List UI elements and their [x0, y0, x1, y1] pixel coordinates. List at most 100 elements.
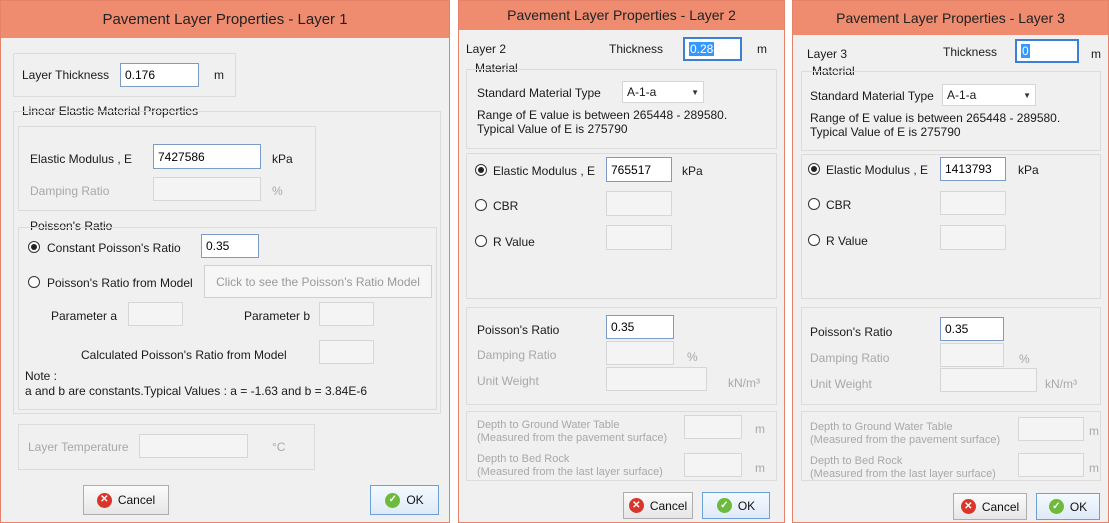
ok-button[interactable]: ✓ OK [1036, 493, 1100, 520]
elastic-modulus-input[interactable]: 7427586 [153, 144, 261, 169]
cancel-icon: ✕ [960, 499, 976, 514]
elastic-modulus-label: Elastic Modulus , E [30, 152, 133, 166]
ground-water-input[interactable] [684, 415, 742, 439]
note-title: Note : [25, 369, 58, 383]
r-value-label: R Value [493, 235, 535, 249]
layer-thickness-input[interactable]: 0.176 [120, 63, 199, 87]
typical-value-text: Typical Value of E is 275790 [477, 122, 628, 136]
bed-rock-input[interactable] [684, 453, 742, 477]
damping-ratio-label: Damping Ratio [30, 184, 110, 198]
bed-rock-unit: m [755, 461, 765, 475]
constant-poisson-input[interactable]: 0.35 [201, 234, 259, 258]
bed-rock-label: Depth to Bed Rock [810, 455, 903, 467]
standard-material-label: Standard Material Type [810, 89, 934, 103]
ok-label: OK [406, 493, 424, 507]
r-value-input[interactable] [606, 225, 672, 250]
thickness-label: Thickness [943, 45, 998, 59]
unit-weight-unit: kN/m³ [1045, 377, 1077, 391]
damping-ratio-label: Damping Ratio [477, 348, 557, 362]
cancel-button[interactable]: ✕ Cancel [83, 485, 169, 515]
damping-ratio-input[interactable] [940, 343, 1004, 367]
parameter-a-input[interactable] [128, 302, 183, 326]
ok-label: OK [737, 498, 756, 513]
chevron-down-icon: ▼ [691, 87, 699, 97]
ground-water-sublabel: (Measured from the pavement surface) [810, 434, 1001, 446]
layer-label: Layer 2 [466, 42, 507, 56]
damping-ratio-label: Damping Ratio [810, 351, 890, 365]
elastic-modulus-unit: kPa [272, 152, 293, 166]
range-text: Range of E value is between 265448 - 289… [810, 111, 1061, 125]
poisson-ratio-input[interactable]: 0.35 [940, 317, 1004, 341]
cbr-input[interactable] [940, 191, 1006, 215]
typical-value-text: Typical Value of E is 275790 [810, 125, 961, 139]
damping-ratio-input[interactable] [153, 177, 261, 201]
cbr-radio[interactable] [808, 198, 820, 210]
bed-rock-label: Depth to Bed Rock [477, 453, 570, 465]
model-poisson-label: Poisson's Ratio from Model [47, 276, 193, 290]
ok-icon: ✓ [1048, 499, 1064, 514]
calculated-poisson-label: Calculated Poisson's Ratio from Model [81, 348, 287, 362]
constant-poisson-label: Constant Poisson's Ratio [47, 241, 181, 255]
chevron-down-icon: ▼ [1023, 90, 1031, 100]
poisson-ratio-label: Poisson's Ratio [477, 323, 560, 337]
elastic-modulus-radio[interactable] [475, 164, 487, 176]
ok-icon: ✓ [385, 492, 401, 508]
parameter-b-label: Parameter b [244, 309, 311, 323]
bed-rock-unit: m [1089, 461, 1099, 475]
unit-weight-input[interactable] [606, 367, 707, 391]
cancel-icon: ✕ [96, 492, 112, 508]
elastic-modulus-radio[interactable] [808, 163, 820, 175]
ground-water-sublabel: (Measured from the pavement surface) [477, 432, 668, 444]
cancel-icon: ✕ [628, 498, 644, 513]
damping-ratio-unit: % [1019, 352, 1030, 366]
unit-weight-label: Unit Weight [477, 374, 539, 388]
elastic-modulus-unit: kPa [682, 164, 703, 178]
constant-poisson-radio[interactable] [28, 241, 40, 253]
dialog-layer-2: Pavement Layer Properties - Layer 2 Laye… [458, 0, 785, 523]
ground-water-label: Depth to Ground Water Table [810, 421, 953, 433]
poisson-ratio-input[interactable]: 0.35 [606, 315, 674, 339]
damping-ratio-unit: % [687, 350, 698, 364]
ground-water-input[interactable] [1018, 417, 1084, 441]
bed-rock-input[interactable] [1018, 453, 1084, 477]
thickness-unit: m [214, 68, 224, 82]
unit-weight-input[interactable] [940, 368, 1037, 392]
r-value-radio[interactable] [475, 235, 487, 247]
elastic-modulus-label: Elastic Modulus , E [826, 163, 929, 177]
dialog-title: Pavement Layer Properties - Layer 1 [1, 1, 449, 38]
elastic-modulus-input[interactable]: 765517 [606, 157, 672, 182]
ok-button[interactable]: ✓ OK [702, 492, 770, 519]
ok-button[interactable]: ✓ OK [370, 485, 439, 515]
cbr-label: CBR [493, 199, 519, 213]
ok-label: OK [1069, 499, 1088, 514]
cancel-label: Cancel [649, 498, 688, 513]
damping-ratio-unit: % [272, 184, 283, 198]
ground-water-label: Depth to Ground Water Table [477, 419, 620, 431]
cancel-button[interactable]: ✕ Cancel [953, 493, 1027, 520]
bed-rock-sublabel: (Measured from the last layer surface) [810, 468, 996, 480]
elastic-modulus-input[interactable]: 1413793 [940, 157, 1006, 181]
thickness-label: Thickness [609, 42, 664, 56]
layer-temperature-input[interactable] [139, 434, 248, 458]
cbr-radio[interactable] [475, 199, 487, 211]
parameter-b-input[interactable] [319, 302, 374, 326]
cancel-button[interactable]: ✕ Cancel [623, 492, 693, 519]
standard-material-select[interactable]: A-1-a ▼ [622, 81, 704, 103]
bed-rock-sublabel: (Measured from the last layer surface) [477, 466, 663, 478]
cbr-input[interactable] [606, 191, 672, 216]
cancel-label: Cancel [981, 499, 1020, 514]
layer-temperature-label: Layer Temperature [28, 440, 129, 454]
poisson-model-button[interactable]: Click to see the Poisson's Ratio Model [204, 265, 432, 298]
ground-water-unit: m [1089, 424, 1099, 438]
thickness-input[interactable]: 0.28 [683, 37, 742, 61]
r-value-input[interactable] [940, 225, 1006, 250]
dialog-title: Pavement Layer Properties - Layer 2 [459, 1, 784, 30]
poisson-ratio-label: Poisson's Ratio [810, 325, 893, 339]
standard-material-select[interactable]: A-1-a ▼ [942, 84, 1036, 106]
damping-ratio-input[interactable] [606, 341, 674, 365]
elastic-modulus-label: Elastic Modulus , E [493, 164, 596, 178]
r-value-radio[interactable] [808, 234, 820, 246]
thickness-input[interactable]: 0 [1015, 39, 1079, 63]
model-poisson-radio[interactable] [28, 276, 40, 288]
dialog-title: Pavement Layer Properties - Layer 3 [793, 1, 1108, 35]
